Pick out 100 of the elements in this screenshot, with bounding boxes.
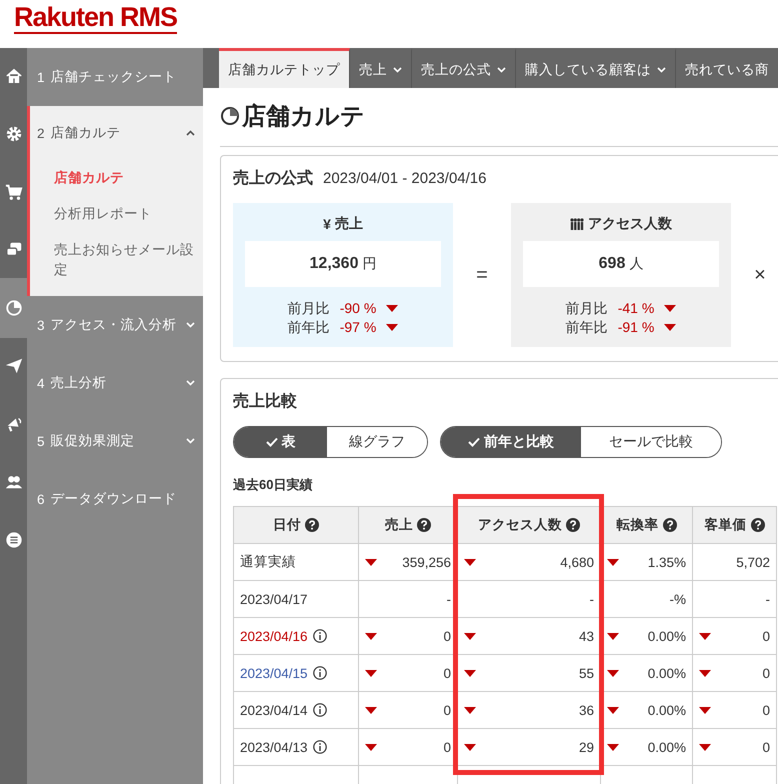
home-icon[interactable] (4, 67, 22, 85)
pie-chart-icon (220, 106, 240, 126)
down-triangle-icon (607, 632, 619, 640)
table-cell: 0 (692, 654, 776, 692)
people-icon[interactable] (4, 473, 22, 491)
ratio-label: 前月比 (566, 299, 608, 318)
help-icon (662, 518, 676, 532)
nav-tab[interactable]: 購入している顧客は (516, 48, 676, 88)
yen-sign: ¥ (323, 216, 331, 232)
date-range: 2023/04/01 - 2023/04/16 (323, 170, 486, 187)
column-header: 客単価 (692, 506, 776, 544)
sidebar-item[interactable]: 6 データダウンロード (27, 470, 203, 528)
check-icon (468, 437, 480, 447)
operator-sign: × (753, 264, 767, 286)
table-cell: - (692, 580, 776, 618)
unit-label: 円 (362, 255, 376, 273)
down-triangle-icon (664, 305, 676, 312)
sidebar-item[interactable]: 3 アクセス・流入分析 (27, 296, 203, 354)
metric-label: 売上 (334, 215, 363, 233)
down-triangle-icon (607, 670, 619, 676)
unit-label: 人 (629, 255, 644, 273)
date-cell: 2023/04/15 (234, 654, 358, 692)
submenu-item[interactable]: 分析用レポート (30, 196, 203, 232)
pie-icon[interactable] (4, 299, 22, 317)
down-triangle-icon (365, 744, 377, 750)
down-triangle-icon (386, 305, 398, 312)
down-triangle-icon (464, 744, 476, 750)
chevron-icon (186, 380, 195, 386)
page-title: 店舗カルテ (242, 102, 365, 132)
down-triangle-icon (365, 706, 377, 714)
card-title: 売上の公式 (233, 168, 313, 189)
metric-value: 12,360 (310, 255, 358, 273)
chevron-icon (393, 66, 402, 72)
metric-label: アクセス人数 (588, 215, 672, 233)
cart-icon[interactable] (4, 183, 22, 201)
down-triangle-icon (386, 324, 398, 331)
ratio-value: -91 % (618, 318, 654, 337)
down-triangle-icon (607, 744, 619, 750)
ratio-value: -90 % (340, 299, 376, 318)
date-cell: 2023/04/16 (234, 618, 358, 654)
toggle-option[interactable]: 前年と比較 (441, 427, 581, 457)
column-header: アクセス人数 (458, 506, 600, 544)
down-triangle-icon (664, 324, 676, 331)
section-subtitle: 過去60日実績 (233, 476, 314, 494)
table-cell: 0 (692, 728, 776, 766)
nav-tab[interactable]: 売上 (350, 48, 412, 88)
send-icon[interactable] (4, 357, 22, 375)
chevron-icon (186, 130, 195, 136)
sidebar-item[interactable]: 2 店舗カルテ (30, 106, 203, 160)
date-cell: 2023/04/17 (234, 580, 358, 618)
help-icon (566, 518, 580, 532)
card-title: 売上比較 (233, 392, 297, 412)
chevron-icon (497, 66, 506, 72)
nav-tab[interactable]: 売れている商 (676, 48, 778, 88)
operator-sign: = (475, 264, 489, 286)
down-triangle-icon (464, 632, 476, 640)
date-cell: 通算実績 (234, 544, 358, 580)
sidebar-item[interactable]: 5 販促効果測定 (27, 412, 203, 470)
down-triangle-icon (699, 632, 711, 640)
ratio-label: 前月比 (288, 299, 330, 318)
down-triangle-icon (464, 706, 476, 714)
ratio-label: 前年比 (288, 318, 330, 337)
info-icon (312, 740, 327, 754)
sidebar-item[interactable]: 1 店舗チェックシート (27, 48, 203, 106)
people-icon (570, 218, 584, 230)
list-icon[interactable] (4, 531, 22, 549)
sidebar-item[interactable]: 4 売上分析 (27, 354, 203, 412)
help-icon (305, 518, 319, 532)
table-cell: 0 (692, 618, 776, 654)
help-icon (417, 518, 431, 532)
column-header: 日付 (234, 506, 358, 544)
help-icon (750, 518, 764, 532)
settings-icon[interactable] (4, 125, 22, 143)
check-icon (266, 437, 278, 447)
down-triangle-icon (365, 632, 377, 640)
megaphone-icon[interactable] (4, 415, 22, 433)
down-triangle-icon (699, 706, 711, 714)
submenu-item[interactable]: 店舗カルテ (30, 160, 203, 196)
nav-tab[interactable]: 店舗カルテトップ (219, 48, 350, 88)
submenu-item[interactable]: 売上お知らせメール設定 (30, 232, 203, 288)
down-triangle-icon (699, 670, 711, 676)
ratio-value: -97 % (340, 318, 376, 337)
info-icon (312, 703, 327, 717)
toggle-option[interactable]: 表 (234, 427, 327, 457)
table-cell: 5,702 (692, 544, 776, 580)
chevron-icon (186, 438, 195, 444)
nav-tab[interactable]: 売上の公式 (412, 48, 516, 88)
chevron-icon (186, 322, 195, 328)
table-cell: 0 (692, 692, 776, 728)
metric-value: 698 (598, 255, 626, 273)
down-triangle-icon (607, 706, 619, 714)
down-triangle-icon (365, 670, 377, 676)
logo[interactable]: Rakuten RMS (14, 0, 178, 34)
down-triangle-icon (464, 670, 476, 676)
info-icon (312, 666, 327, 680)
down-triangle-icon (699, 744, 711, 750)
date-cell: 2023/04/14 (234, 692, 358, 728)
down-triangle-icon (607, 558, 619, 566)
ratio-value: -41 % (618, 299, 654, 318)
down-triangle-icon (365, 558, 377, 566)
